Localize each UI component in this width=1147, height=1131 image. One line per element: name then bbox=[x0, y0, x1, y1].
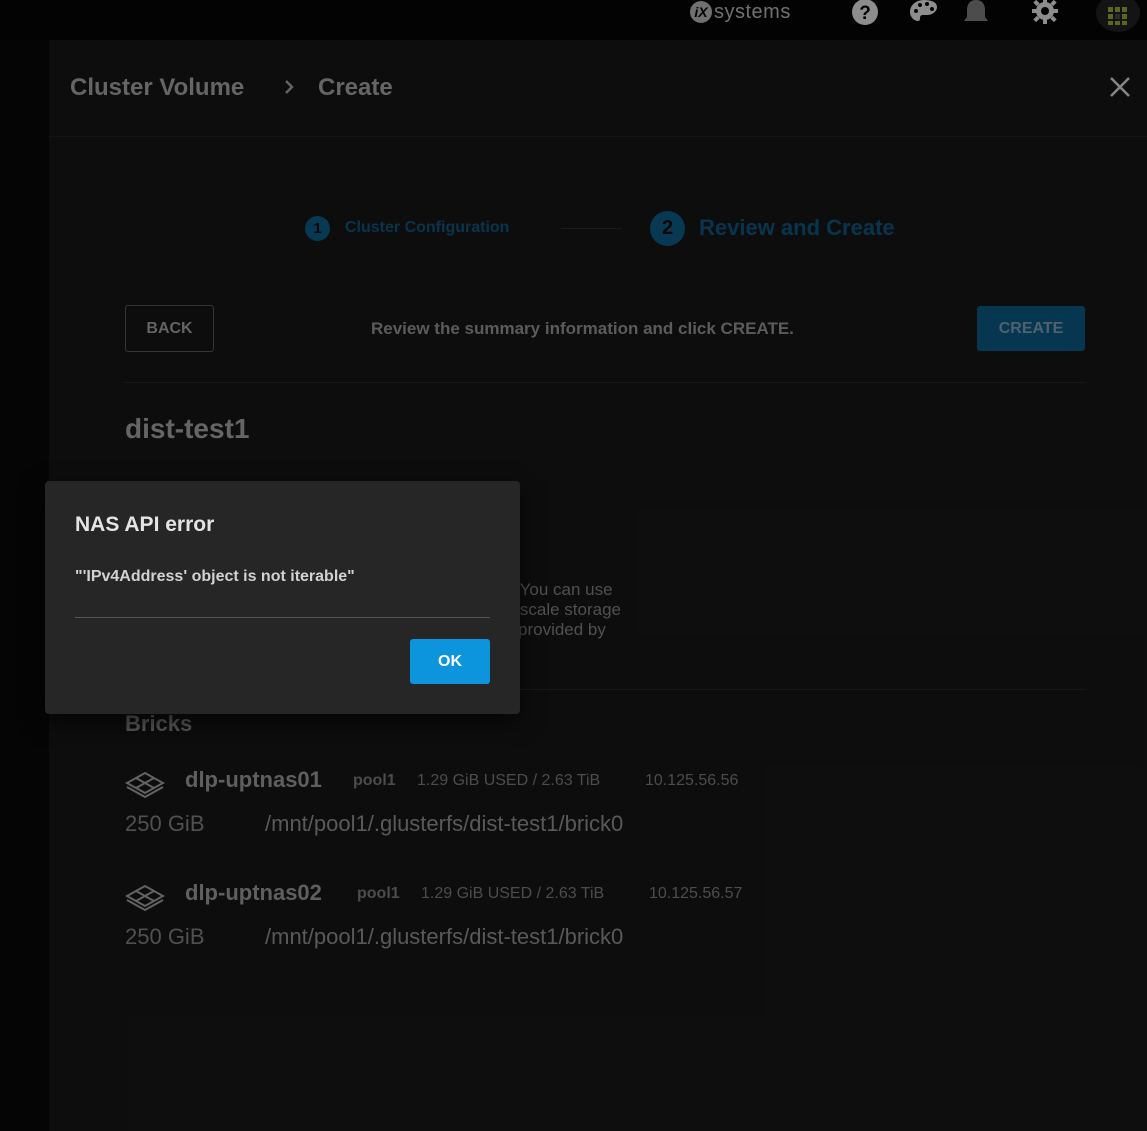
dialog-divider bbox=[75, 617, 490, 618]
dialog-title: NAS API error bbox=[75, 513, 215, 536]
ok-button[interactable]: OK bbox=[410, 639, 490, 684]
error-dialog: NAS API error "'IPv4Address' object is n… bbox=[45, 481, 520, 714]
dialog-message: "'IPv4Address' object is not iterable" bbox=[75, 568, 355, 585]
